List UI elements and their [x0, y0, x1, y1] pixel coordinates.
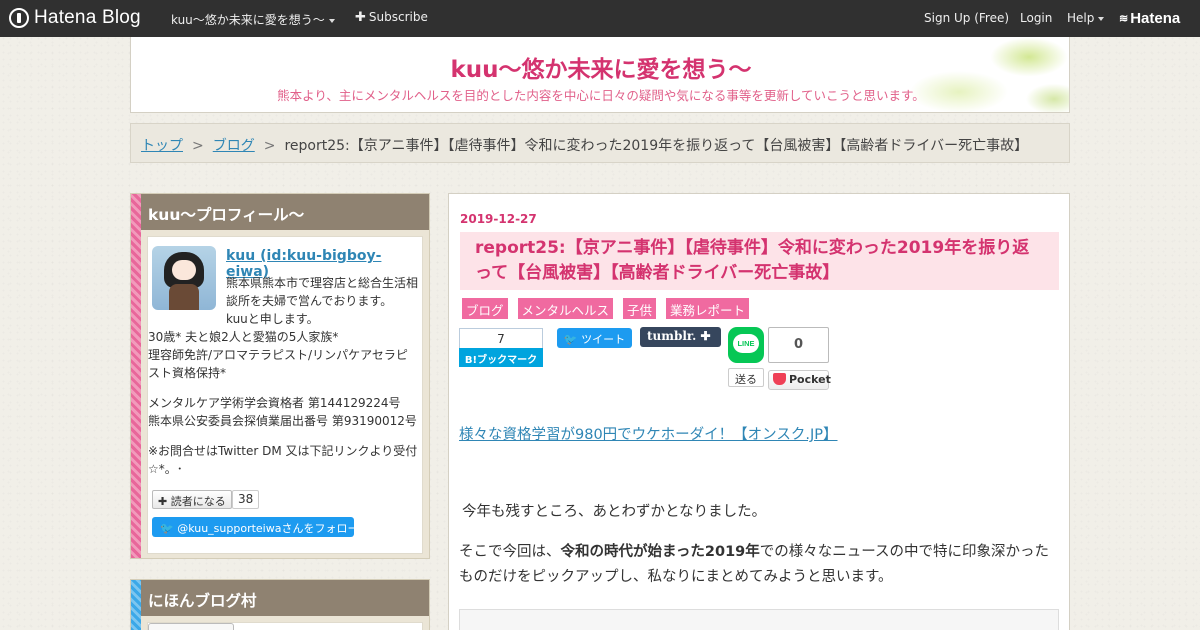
profile-bio-line: ※お問合せはTwitter DM 又は下記リンクより受付☆*。･: [148, 444, 418, 476]
global-header: Hatena Blog kuu～悠か未来に愛を想う～ ✚ Subscribe Si…: [0, 0, 1200, 37]
reader-button-label: 読者になる: [170, 495, 226, 508]
subscribe-reader-button[interactable]: ✚ 読者になる: [152, 490, 232, 509]
pocket-label: Pocket: [789, 373, 831, 386]
profile-bio-line: 熊本県熊本市で理容店と総合生活相談所を夫婦で営んでおります。: [226, 276, 419, 308]
subscribe-button[interactable]: ✚ Subscribe: [355, 10, 428, 25]
blog-title[interactable]: kuu～悠か未来に愛を想う～: [131, 50, 1069, 84]
line-share-icon[interactable]: LINE: [728, 327, 764, 363]
entry-date[interactable]: 2019-12-27: [460, 212, 537, 226]
login-label: Login: [1020, 11, 1053, 25]
twitter-follow-label: @kuu_supporteiwaさんをフォロー: [177, 522, 359, 535]
line-send-button[interactable]: 送る: [728, 368, 764, 387]
breadcrumb-top[interactable]: トップ: [141, 138, 183, 154]
para-text: そこで今回は、: [459, 544, 561, 560]
subscribe-label: Subscribe: [368, 10, 428, 24]
tumblr-share-button[interactable]: tumblr. ✚: [640, 327, 721, 347]
promo-link[interactable]: 様々な資格学習が980円でウケホーダイ！【オンスク.JP】: [459, 423, 838, 444]
twitter-bird-icon: 🐦: [160, 522, 178, 535]
blog-menu-label: kuu～悠か未来に愛を想う～: [171, 13, 325, 27]
tweet-button[interactable]: 🐦 ツイート: [557, 328, 632, 348]
tweet-label: ツイート: [581, 333, 626, 346]
line-label: LINE: [733, 334, 759, 353]
pocket-button[interactable]: Pocket: [768, 370, 831, 390]
avatar[interactable]: [152, 246, 216, 310]
entry-paragraph: そこで今回は、令和の時代が始まった2019年での様々なニュースの中で特に印象深か…: [459, 540, 1059, 590]
category-tag[interactable]: メンタルヘルス: [517, 298, 614, 319]
profile-bio-line: メンタルケア学術学会資格者 第144129224号: [148, 396, 401, 410]
login-link[interactable]: Login: [1020, 11, 1052, 25]
breadcrumb-separator: >: [263, 138, 276, 154]
content-box: [459, 609, 1059, 630]
twitter-bird-icon: 🐦: [563, 333, 582, 346]
entry-categories: ブログ メンタルヘルス 子供 業務レポート: [462, 298, 750, 319]
signup-label: Sign Up (Free): [924, 11, 1010, 25]
blog-menu-dropdown[interactable]: kuu～悠か未来に愛を想う～: [171, 11, 335, 28]
entry-article: 2019-12-27 report25:【京アニ事件】【虐待事件】令和に変わった…: [448, 193, 1070, 630]
profile-module-body: kuu (id:kuu-bigboy-eiwa) 熊本県熊本市で理容店と総合生活…: [147, 236, 423, 554]
breadcrumb: トップ > ブログ > report25:【京アニ事件】【虐待事件】令和に変わった201…: [130, 123, 1070, 163]
hatena-wave-icon: ≋: [1119, 13, 1129, 25]
profile-bio-line: 理容師免許/アロマテラピスト/リンパケアセラピスト資格保持*: [148, 348, 408, 380]
breadcrumb-blog[interactable]: ブログ: [213, 138, 255, 154]
profile-bio-line: kuuと申します。: [226, 312, 319, 326]
chevron-down-icon: [1098, 16, 1105, 21]
village-module-body: [147, 622, 423, 630]
village-banner[interactable]: [148, 623, 234, 630]
blog-village-module: にほんブログ村: [130, 579, 430, 630]
tumblr-label: tumblr.: [647, 329, 697, 343]
module-stripe: [131, 580, 141, 630]
category-tag[interactable]: 子供: [623, 298, 657, 319]
module-stripe: [131, 194, 141, 558]
category-tag[interactable]: 業務レポート: [666, 298, 750, 319]
hatena-logo[interactable]: ≋ Hatena: [1119, 10, 1180, 27]
pocket-count: 0: [768, 327, 829, 363]
hatena-blog-logo-icon: [9, 8, 29, 28]
breadcrumb-separator: >: [192, 138, 204, 154]
breadcrumb-current: report25:【京アニ事件】【虐待事件】令和に変わった2019年を振り返って…: [284, 138, 1029, 154]
twitter-follow-button[interactable]: 🐦 @kuu_supporteiwaさんをフォロー: [152, 517, 358, 537]
entry-paragraph: 今年も残すところ、あとわずかとなりました。: [462, 504, 767, 520]
blog-description: 熊本より、主にメンタルヘルスを目的とした内容を中心に日々の疑問や気になる事等を更…: [277, 88, 925, 103]
plus-icon: ✚: [700, 329, 711, 343]
hatena-blog-logo[interactable]: Hatena Blog: [9, 7, 141, 29]
logo-text: Hatena Blog: [34, 7, 141, 28]
profile-bio-line: 30歳* 夫と娘2人と愛猫の5人家族*: [148, 330, 339, 344]
blog-header: kuu～悠か未来に愛を想う～ 熊本より、主にメンタルヘルスを目的とした内容を中心…: [130, 37, 1070, 113]
profile-module-title: kuu～プロフィール～: [141, 194, 429, 230]
hatena-logo-text: Hatena: [1130, 10, 1181, 27]
entry-title[interactable]: report25:【京アニ事件】【虐待事件】令和に変わった2019年を振り返って…: [460, 232, 1059, 290]
para-bold-text: 令和の時代が始まった2019年: [560, 544, 760, 560]
hatena-bookmark-count[interactable]: 7: [459, 328, 543, 348]
plus-icon: ✚: [158, 495, 171, 508]
profile-bio-line: 熊本県公安委員会探偵業届出番号 第93190012号: [148, 414, 417, 428]
plus-icon: ✚: [355, 10, 366, 25]
help-label: Help: [1067, 11, 1095, 25]
village-module-title: にほんブログ村: [141, 580, 429, 616]
category-tag[interactable]: ブログ: [462, 298, 508, 319]
hatena-bookmark-button[interactable]: B!ブックマーク: [459, 348, 543, 367]
signup-link[interactable]: Sign Up (Free): [924, 11, 1009, 25]
chevron-down-icon: [328, 18, 335, 23]
reader-count: 38: [232, 490, 260, 509]
help-dropdown[interactable]: Help: [1067, 11, 1105, 25]
pocket-icon: [773, 373, 786, 385]
profile-module: kuu～プロフィール～ kuu (id:kuu-bigboy-eiwa) 熊本県…: [130, 193, 430, 559]
